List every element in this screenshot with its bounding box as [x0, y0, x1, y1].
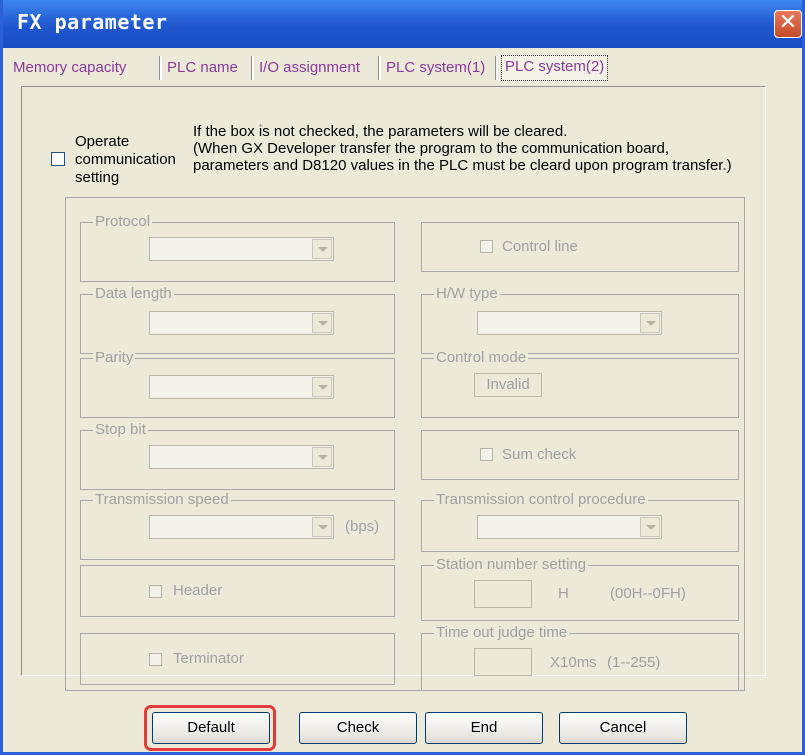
stop-bit-label: Stop bit [93, 421, 148, 439]
chevron-down-icon [640, 517, 660, 537]
transmission-control-select[interactable] [477, 515, 662, 539]
end-button[interactable]: End [425, 712, 543, 744]
cancel-button[interactable]: Cancel [559, 712, 687, 744]
close-icon: ✕ [778, 10, 798, 35]
window-title: FX parameter [17, 10, 168, 34]
transmission-control-label: Transmission control procedure [434, 491, 648, 509]
chevron-down-icon [312, 447, 332, 467]
protocol-group: Protocol [80, 213, 395, 282]
control-line-checkbox[interactable] [480, 240, 493, 253]
parity-label: Parity [93, 349, 136, 367]
sum-check-group: Sum check [421, 430, 739, 480]
tab-memory-capacity[interactable]: Memory capacity [13, 54, 126, 82]
info-line3: parameters and D8120 values in the PLC m… [193, 157, 732, 174]
transmission-speed-label: Transmission speed [93, 491, 231, 509]
control-mode-label: Control mode [434, 349, 529, 367]
chevron-down-icon [312, 313, 332, 333]
hw-type-group: H/W type [421, 285, 739, 354]
parity-select[interactable] [149, 375, 334, 399]
control-line-label: Control line [502, 238, 578, 255]
stop-bit-group: Stop bit [80, 421, 395, 490]
terminator-group: Terminator [80, 633, 395, 685]
tab-separator [251, 56, 254, 80]
header-checkbox[interactable] [149, 585, 162, 598]
transmission-speed-select[interactable] [149, 515, 334, 539]
tab-plc-system-1[interactable]: PLC system(1) [386, 54, 485, 82]
station-number-input[interactable] [474, 580, 532, 608]
tab-plc-system-2[interactable]: PLC system(2) [501, 55, 609, 81]
transmission-speed-group: Transmission speed (bps) [80, 491, 395, 560]
tab-io-assignment[interactable]: I/O assignment [259, 54, 360, 82]
tab-separator [495, 56, 498, 80]
sum-check-checkbox[interactable] [480, 448, 493, 461]
control-mode-value: Invalid [474, 373, 542, 397]
protocol-label: Protocol [93, 213, 153, 231]
default-button-highlight [144, 705, 276, 751]
chevron-down-icon [312, 377, 332, 397]
stop-bit-select[interactable] [149, 445, 334, 469]
station-unit: H [558, 585, 569, 602]
fx-parameter-dialog: FX parameter ✕ Memory capacity PLC name … [0, 0, 805, 755]
control-line-group: Control line [421, 222, 739, 272]
bps-unit: (bps) [345, 518, 380, 535]
header-group: Header [80, 565, 395, 617]
data-length-label: Data length [93, 285, 174, 303]
operate-label-line1: Operate [75, 133, 130, 150]
station-number-label: Station number setting [434, 556, 589, 574]
data-length-select[interactable] [149, 311, 334, 335]
data-length-group: Data length [80, 285, 395, 354]
operate-label-line3: setting [75, 169, 120, 186]
operate-label-line2: communication [75, 151, 176, 168]
info-line2: (When GX Developer transfer the program … [193, 140, 670, 157]
transmission-control-group: Transmission control procedure [421, 491, 739, 552]
timeout-input[interactable] [474, 648, 532, 676]
parity-group: Parity [80, 349, 395, 418]
tab-separator [159, 56, 162, 80]
station-number-group: Station number setting H (00H--0FH) [421, 556, 739, 621]
hw-type-label: H/W type [434, 285, 500, 303]
close-button[interactable]: ✕ [774, 10, 802, 38]
protocol-select[interactable] [149, 237, 334, 261]
title-bar[interactable]: FX parameter ✕ [3, 0, 802, 48]
info-line1: If the box is not checked, the parameter… [193, 123, 568, 140]
chevron-down-icon [312, 517, 332, 537]
info-text: If the box is not checked, the parameter… [193, 123, 773, 174]
timeout-group: Time out judge time X10ms (1--255) [421, 624, 739, 691]
operate-communication-label[interactable]: Operate communication setting [75, 133, 195, 187]
operate-communication-checkbox[interactable] [51, 152, 65, 166]
check-button[interactable]: Check [299, 712, 417, 744]
terminator-checkbox[interactable] [149, 653, 162, 666]
chevron-down-icon [640, 313, 660, 333]
tab-separator [378, 56, 381, 80]
hw-type-select[interactable] [477, 311, 662, 335]
station-range: (00H--0FH) [610, 585, 686, 602]
control-mode-group: Control mode Invalid [421, 349, 739, 418]
sum-check-label: Sum check [502, 446, 577, 463]
chevron-down-icon [312, 239, 332, 259]
tab-plc-name[interactable]: PLC name [167, 54, 238, 82]
terminator-label: Terminator [173, 650, 244, 667]
timeout-label: Time out judge time [434, 624, 570, 642]
timeout-range: (1--255) [607, 654, 661, 671]
timeout-unit: X10ms [550, 654, 597, 671]
header-label: Header [173, 582, 223, 599]
